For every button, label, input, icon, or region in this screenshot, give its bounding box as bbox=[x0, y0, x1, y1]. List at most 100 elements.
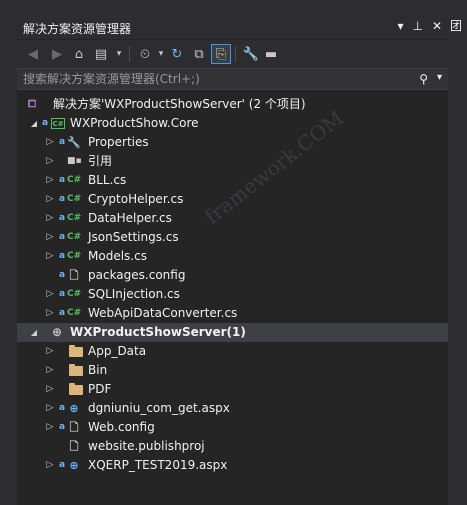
tree-item[interactable]: ▷ a C# SQLInjection.cs bbox=[17, 285, 448, 304]
collapse-arrow-icon[interactable]: ◢ bbox=[29, 114, 39, 133]
collapse-arrow-icon[interactable]: ◢ bbox=[29, 323, 39, 342]
tree-item-label: DataHelper.cs bbox=[88, 211, 172, 225]
tree-item[interactable]: ▷ ■▪ 引用 bbox=[17, 152, 448, 171]
properties-icon[interactable]: 🔧 bbox=[241, 44, 261, 64]
expand-arrow-icon[interactable]: ▷ bbox=[45, 456, 55, 475]
aspx-file-icon: ⊕ bbox=[69, 402, 79, 415]
lock-icon: a bbox=[59, 270, 66, 280]
switch-views-dropdown-icon[interactable]: ▾ bbox=[109, 44, 129, 64]
lock-icon: a bbox=[59, 232, 66, 242]
tree-item-label: WXProductShow.Core bbox=[70, 116, 199, 130]
expand-arrow-icon[interactable]: ▷ bbox=[45, 209, 55, 228]
tree-item[interactable]: ▷ App_Data bbox=[17, 342, 448, 361]
tree-item-label: packages.config bbox=[88, 268, 186, 282]
expand-arrow-icon[interactable]: ▷ bbox=[45, 190, 55, 209]
panel-title: 解决方案资源管理器 bbox=[23, 22, 132, 36]
tree-item[interactable]: ▷ Bin bbox=[17, 361, 448, 380]
tree-item-label: XQERP_TEST2019.aspx bbox=[88, 458, 228, 472]
csharp-file-icon: C# bbox=[67, 175, 82, 185]
csharp-file-icon: C# bbox=[67, 232, 82, 242]
pin-icon[interactable]: ⊥ bbox=[412, 19, 422, 33]
expand-arrow-icon[interactable]: ▷ bbox=[45, 399, 55, 418]
panel-titlebar: 解决方案资源管理器 ▾ ⊥ ✕ bbox=[17, 17, 448, 39]
search-icon[interactable]: ⚲ bbox=[419, 72, 428, 86]
tree-item[interactable]: ▷ a ⊕ XQERP_TEST2019.aspx bbox=[17, 456, 448, 475]
expand-arrow-icon[interactable]: ▷ bbox=[45, 152, 55, 171]
tree-item-label: SQLInjection.cs bbox=[88, 287, 180, 301]
tree-item[interactable]: ▷ a C# CryptoHelper.cs bbox=[17, 190, 448, 209]
tree-item-solution[interactable]: ⧠ 解决方案'WXProductShowServer' (2 个项目) bbox=[17, 95, 448, 114]
expand-arrow-icon[interactable]: ▷ bbox=[45, 171, 55, 190]
expand-arrow-icon[interactable]: ▷ bbox=[45, 418, 55, 437]
tree-item-label: WebApiDataConverter.cs bbox=[88, 306, 238, 320]
expand-arrow-icon[interactable]: ▷ bbox=[45, 133, 55, 152]
lock-icon: a bbox=[42, 118, 49, 128]
tree-item-label: App_Data bbox=[88, 344, 147, 358]
right-side-strip bbox=[448, 0, 467, 505]
tree-item-label: Models.cs bbox=[88, 249, 147, 263]
publishproj-file-icon: 🗋 bbox=[69, 440, 79, 453]
tree-item[interactable]: ▷ a 🔧 Properties bbox=[17, 133, 448, 152]
config-file-icon: 🗋 bbox=[69, 269, 79, 282]
refresh-icon[interactable]: ↻ bbox=[167, 44, 187, 64]
tree-item[interactable]: ▷ PDF bbox=[17, 380, 448, 399]
lock-icon: a bbox=[59, 460, 66, 470]
config-file-icon: 🗋 bbox=[69, 421, 79, 434]
close-icon[interactable]: ✕ bbox=[432, 19, 442, 33]
lock-icon: a bbox=[59, 251, 66, 261]
folder-icon bbox=[69, 345, 83, 357]
tree-item[interactable]: ▷ a C# Models.cs bbox=[17, 247, 448, 266]
left-gutter bbox=[0, 0, 17, 505]
lock-icon: a bbox=[59, 137, 66, 147]
expand-arrow-icon[interactable]: ▷ bbox=[45, 380, 55, 399]
tree-item[interactable]: a 🗋 packages.config bbox=[17, 266, 448, 285]
csharp-file-icon: C# bbox=[67, 308, 82, 318]
side-tab-team[interactable]: 团 bbox=[450, 18, 465, 34]
lock-icon: a bbox=[59, 403, 66, 413]
toolbar-separator bbox=[235, 46, 236, 62]
folder-icon bbox=[69, 383, 83, 395]
expand-arrow-icon[interactable]: ▷ bbox=[45, 228, 55, 247]
tree-item[interactable]: ▷ a C# JsonSettings.cs bbox=[17, 228, 448, 247]
expand-arrow-icon[interactable]: ▷ bbox=[45, 285, 55, 304]
back-icon[interactable]: ◀ bbox=[23, 44, 43, 64]
tree-item-label: CryptoHelper.cs bbox=[88, 192, 184, 206]
show-all-files-icon[interactable]: ⎘ bbox=[211, 44, 231, 64]
tree-item-project-core[interactable]: ◢ a C# WXProductShow.Core bbox=[17, 114, 448, 133]
search-options-dropdown-icon[interactable]: ▾ bbox=[437, 72, 442, 83]
tree-item[interactable]: ▷ a ⊕ dgniuniu_com_get.aspx bbox=[17, 399, 448, 418]
home-icon[interactable]: ⌂ bbox=[69, 44, 89, 64]
preview-icon[interactable]: ▬ bbox=[261, 44, 281, 64]
lock-icon: a bbox=[59, 422, 66, 432]
tree-item[interactable]: 🗋 website.publishproj bbox=[17, 437, 448, 456]
expand-arrow-icon[interactable]: ▷ bbox=[45, 304, 55, 323]
wrench-icon: 🔧 bbox=[67, 136, 81, 149]
search-input[interactable] bbox=[23, 71, 413, 87]
toolbar-separator bbox=[129, 46, 130, 62]
lock-icon: a bbox=[59, 213, 66, 223]
collapse-all-icon[interactable]: ⧉ bbox=[189, 44, 209, 64]
tree-item-label: dgniuniu_com_get.aspx bbox=[88, 401, 230, 415]
tree-item-label: Web.config bbox=[88, 420, 155, 434]
tree-item[interactable]: ▷ a C# DataHelper.cs bbox=[17, 209, 448, 228]
switch-views-icon[interactable]: ▤ bbox=[91, 44, 111, 64]
globe-icon: ⊕ bbox=[51, 325, 63, 339]
lock-icon: a bbox=[59, 289, 66, 299]
expand-arrow-icon[interactable]: ▷ bbox=[45, 247, 55, 266]
expand-arrow-icon[interactable]: ▷ bbox=[45, 361, 55, 380]
forward-icon[interactable]: ▶ bbox=[47, 44, 67, 64]
tree-item[interactable]: ▷ a C# WebApiDataConverter.cs bbox=[17, 304, 448, 323]
csharp-file-icon: C# bbox=[67, 251, 82, 261]
window-position-dropdown-icon[interactable]: ▾ bbox=[397, 19, 403, 33]
tree-item-project-server[interactable]: ◢ ⊕ WXProductShowServer(1) bbox=[17, 323, 448, 342]
tree-item[interactable]: ▷ a 🗋 Web.config bbox=[17, 418, 448, 437]
tree-item-label: website.publishproj bbox=[88, 439, 205, 453]
tree-item[interactable]: ▷ a C# BLL.cs bbox=[17, 171, 448, 190]
aspx-file-icon: ⊕ bbox=[69, 459, 79, 472]
solution-icon: ⧠ bbox=[28, 99, 36, 110]
search-box: ⚲ ▾ bbox=[17, 68, 448, 90]
folder-icon bbox=[69, 364, 83, 376]
tree-item-label: 解决方案'WXProductShowServer' (2 个项目) bbox=[53, 97, 306, 111]
csharp-file-icon: C# bbox=[67, 194, 82, 204]
expand-arrow-icon[interactable]: ▷ bbox=[45, 342, 55, 361]
